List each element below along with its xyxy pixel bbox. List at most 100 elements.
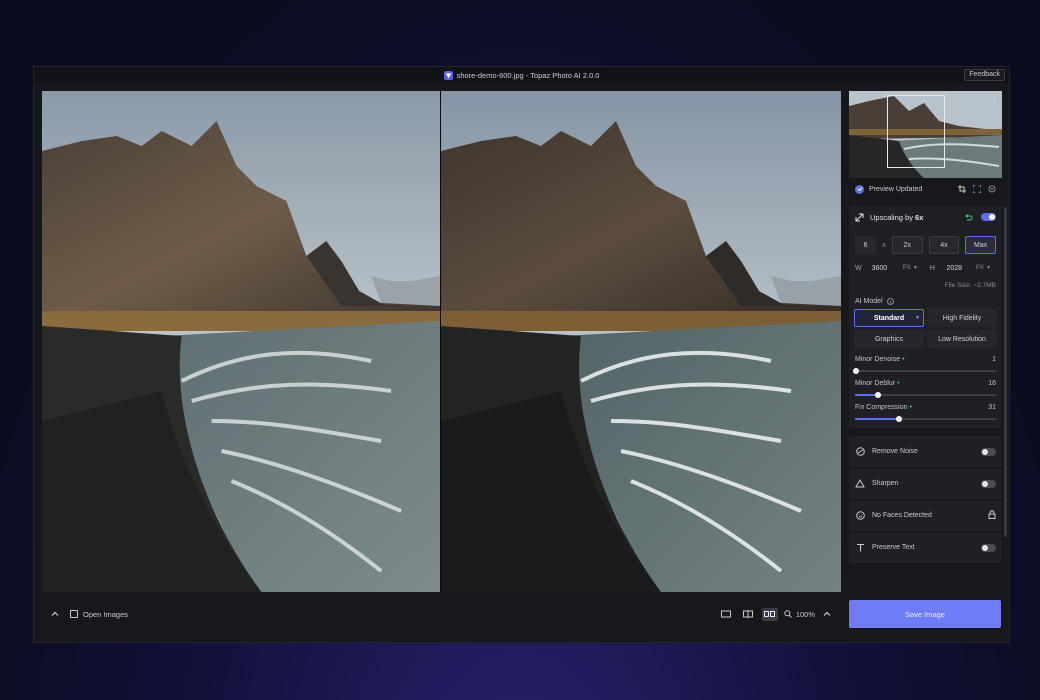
bottom-toolbar: Open Images 100% xyxy=(42,599,841,629)
single-view-icon[interactable] xyxy=(718,608,734,621)
model-high-fidelity-button[interactable]: High Fidelity xyxy=(927,309,997,327)
file-size: File Size: ~2.7MB xyxy=(944,282,996,289)
enhanced-image xyxy=(441,91,841,592)
image-icon xyxy=(70,610,78,618)
slider-value: 31 xyxy=(988,404,996,411)
upscale-header: Upscaling by 6x xyxy=(849,206,1002,228)
navigator-thumbnail[interactable]: ⋮ xyxy=(849,91,1002,178)
preserve-text-section: Preserve Text xyxy=(849,532,1002,563)
width-unit: PX xyxy=(902,265,911,271)
zoom-control[interactable]: 100% xyxy=(784,610,815,619)
active-dot-icon: • xyxy=(897,380,900,387)
preview-status-row: Preview Updated xyxy=(849,178,1002,200)
faces-section: No Faces Detected xyxy=(849,500,1002,531)
width-label: W xyxy=(855,264,862,272)
dimensions-row: W 3600 PX ▼ H 2028 PX ▼ xyxy=(849,254,1002,276)
feature-label: No Faces Detected xyxy=(872,512,932,519)
active-dot-icon: • xyxy=(909,404,912,411)
lock-icon xyxy=(988,510,996,521)
original-image-pane[interactable] xyxy=(42,91,441,592)
undo-icon[interactable] xyxy=(964,213,973,222)
preset-max-button[interactable]: Max xyxy=(965,236,997,254)
info-icon[interactable] xyxy=(886,298,894,305)
feature-remove-noise[interactable]: Remove Noise xyxy=(849,436,1002,467)
scale-row: 6 x 2x 4x Max xyxy=(849,228,1002,254)
preview-status: Preview Updated xyxy=(869,185,923,193)
ai-model-label: AI Model xyxy=(855,298,883,305)
upscale-factor: 6x xyxy=(915,212,924,222)
scale-unit: x xyxy=(882,241,886,249)
viewport-indicator[interactable] xyxy=(887,95,945,168)
right-panel: ⋮ Preview Updated Upscaling by 6x 6 x 2x… xyxy=(849,91,1002,636)
height-input[interactable]: 2028 PX ▼ xyxy=(941,260,996,276)
feature-preserve-text[interactable]: Preserve Text xyxy=(849,532,1002,563)
slider-track[interactable] xyxy=(855,416,996,422)
slider-minor-deblur: Minor Deblur • 16 xyxy=(849,372,1002,398)
slider-knob[interactable] xyxy=(874,392,881,398)
feature-label: Sharpen xyxy=(872,480,899,487)
app-window: shore-demo-600.jpg - Topaz Photo AI 2.0.… xyxy=(33,66,1010,643)
slider-label: Minor Denoise xyxy=(855,356,901,363)
slider-value: 1 xyxy=(992,356,996,363)
remove-noise-toggle[interactable] xyxy=(981,447,996,456)
sharpen-section: Sharpen xyxy=(849,468,1002,499)
face-icon xyxy=(855,511,865,521)
model-graphics-button[interactable]: Graphics xyxy=(854,330,924,348)
slider-label: Fix Compression xyxy=(855,404,908,411)
zoom-level: 100% xyxy=(795,609,815,619)
width-unit-dropdown-icon[interactable]: ▼ xyxy=(913,265,918,271)
slider-label: Minor Deblur xyxy=(855,380,896,387)
side-by-side-view-icon[interactable] xyxy=(761,607,778,621)
height-value: 2028 xyxy=(946,264,963,272)
title-bar: shore-demo-600.jpg - Topaz Photo AI 2.0.… xyxy=(34,67,1009,83)
check-circle-icon xyxy=(855,184,864,194)
width-value: 3600 xyxy=(871,264,888,272)
noise-icon xyxy=(855,447,865,457)
ai-model-options: Standard ▼ High Fidelity Graphics Low Re… xyxy=(849,309,1002,348)
sharpen-toggle[interactable] xyxy=(981,479,996,488)
preset-2x-button[interactable]: 2x xyxy=(891,236,923,254)
feature-label: Preserve Text xyxy=(872,544,915,551)
slider-fix-compression: Fix Compression • 31 xyxy=(849,396,1002,422)
ai-model-label-row: AI Model xyxy=(849,289,1002,309)
panel-scrollbar[interactable] xyxy=(1004,207,1007,537)
upscale-toggle[interactable] xyxy=(981,213,996,221)
feature-sharpen[interactable]: Sharpen xyxy=(849,468,1002,499)
slider-knob[interactable] xyxy=(895,416,902,422)
active-dot-icon: • xyxy=(902,356,905,363)
model-standard-button[interactable]: Standard ▼ xyxy=(854,309,924,327)
feature-faces[interactable]: No Faces Detected xyxy=(849,500,1002,531)
chevron-up-icon[interactable] xyxy=(48,607,62,621)
slider-value: 16 xyxy=(988,380,996,387)
settings-icon[interactable] xyxy=(988,185,996,193)
slider-minor-denoise: Minor Denoise • 1 xyxy=(849,348,1002,374)
open-images-button[interactable]: Open Images xyxy=(70,610,128,619)
feature-label: Remove Noise xyxy=(872,448,918,455)
feedback-button[interactable]: Feedback xyxy=(964,69,1005,81)
width-input[interactable]: 3600 PX ▼ xyxy=(867,260,923,276)
slider-track[interactable] xyxy=(853,368,996,374)
zoom-chevron-up-icon[interactable] xyxy=(821,608,833,620)
upscale-section: Upscaling by 6x 6 x 2x 4x Max W 3600 PX xyxy=(849,206,1002,428)
window-title: shore-demo-600.jpg - Topaz Photo AI 2.0.… xyxy=(456,70,600,80)
height-unit: PX xyxy=(976,265,985,271)
height-unit-dropdown-icon[interactable]: ▼ xyxy=(986,265,991,271)
upscale-arrow-icon xyxy=(855,213,864,221)
original-image xyxy=(42,91,440,592)
split-view-icon[interactable] xyxy=(740,608,756,621)
model-low-resolution-button[interactable]: Low Resolution xyxy=(927,330,997,348)
enhanced-image-pane[interactable] xyxy=(441,91,841,592)
crop-icon[interactable] xyxy=(958,185,966,193)
save-image-button[interactable]: Save Image xyxy=(849,600,1001,628)
image-viewer[interactable] xyxy=(42,91,841,592)
slider-track[interactable] xyxy=(855,392,996,398)
preset-4x-button[interactable]: 4x xyxy=(928,236,960,254)
preserve-text-toggle[interactable] xyxy=(981,543,996,552)
model-standard-label: Standard xyxy=(873,314,905,322)
remove-noise-section: Remove Noise xyxy=(849,436,1002,467)
topaz-logo-icon xyxy=(443,70,453,80)
more-options-icon[interactable]: ⋮ xyxy=(990,95,998,104)
fullscreen-icon[interactable] xyxy=(973,185,981,193)
scale-value-input[interactable]: 6 xyxy=(855,236,877,254)
model-dropdown-icon[interactable]: ▼ xyxy=(915,315,920,321)
